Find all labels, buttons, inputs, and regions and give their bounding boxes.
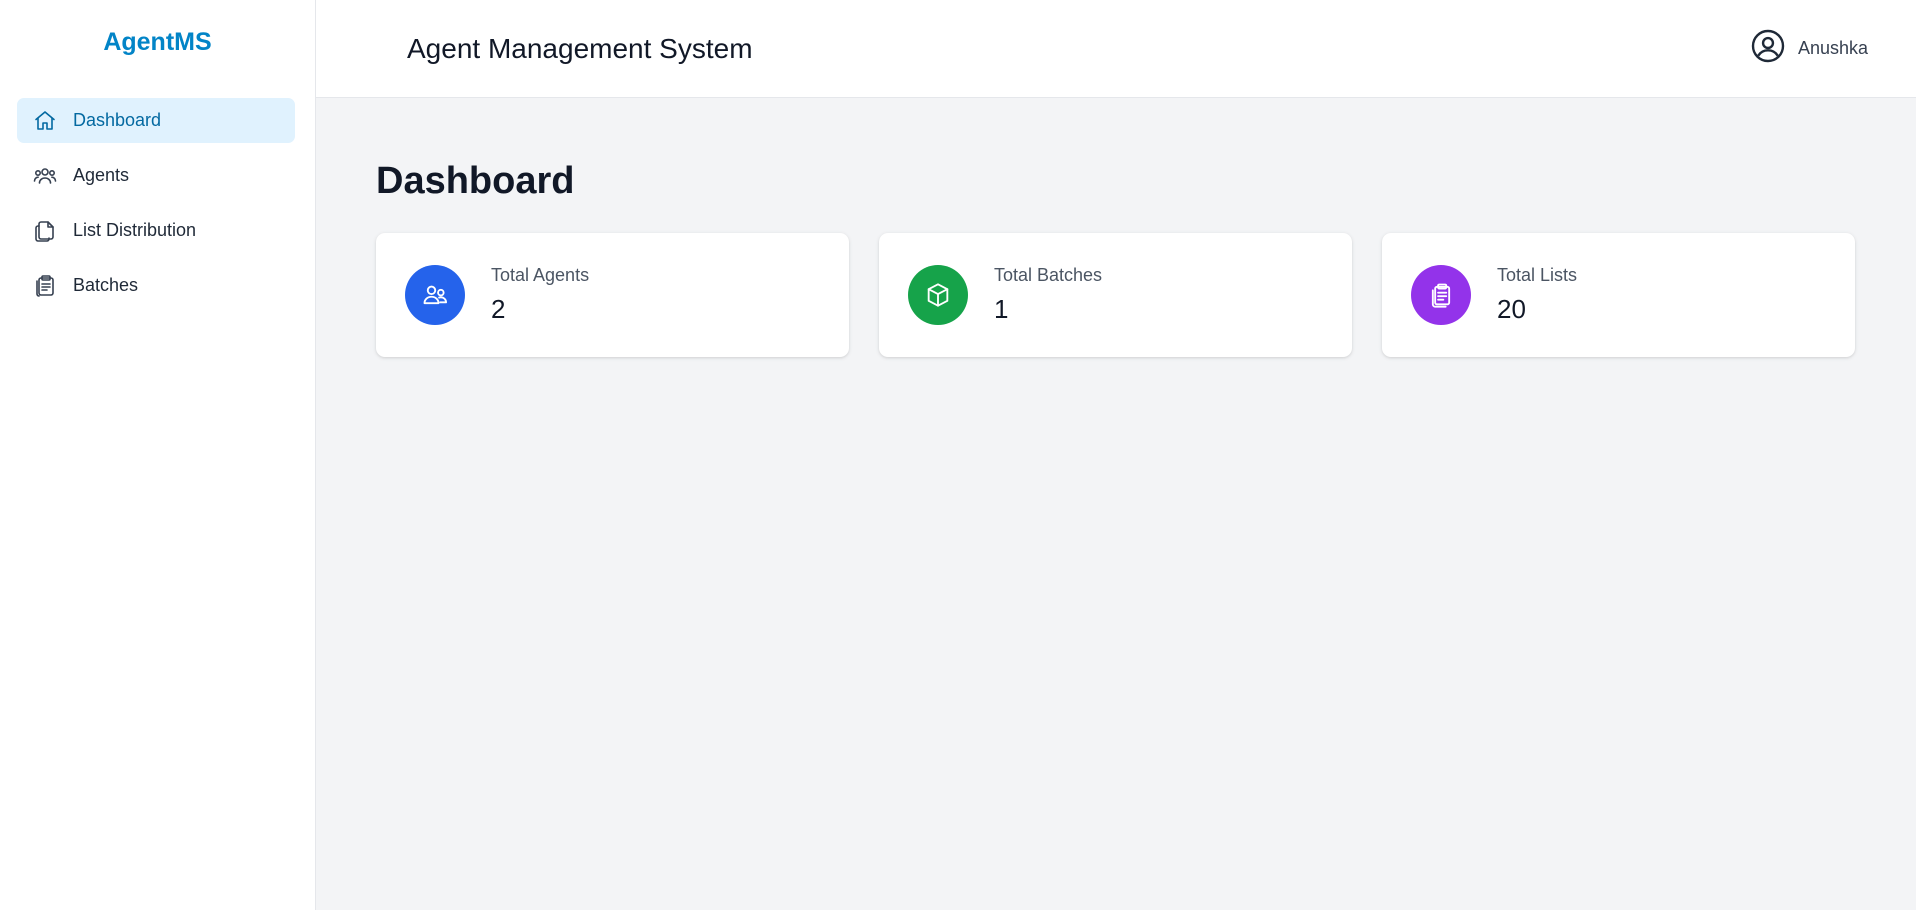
sidebar-item-label: Agents	[73, 165, 130, 185]
users-icon	[33, 164, 57, 188]
sidebar-item-label: List Distribution	[73, 220, 197, 240]
app-title: Agent Management System	[407, 32, 753, 64]
stats-cards: Total Agents 2 Total Batches 1 Total Lis…	[376, 233, 1857, 357]
sidebar-item-dashboard[interactable]: Dashboard	[17, 98, 295, 143]
brand-logo[interactable]: AgentMS	[0, 0, 315, 84]
stat-card-total-lists: Total Lists 20	[1382, 233, 1855, 357]
clipboard-icon	[1411, 265, 1471, 325]
dashboard-content: Dashboard Total Agents 2 Total Batches 1…	[316, 98, 1916, 357]
page-title: Dashboard	[376, 160, 575, 202]
stat-value: 20	[1497, 294, 1526, 324]
stat-text: Total Agents 2	[491, 265, 589, 325]
stat-text: Total Batches 1	[994, 265, 1102, 325]
sidebar: AgentMS Dashboard Agents List Distributi…	[0, 0, 316, 910]
user-avatar-icon	[1750, 28, 1798, 69]
app-root: AgentMS Dashboard Agents List Distributi…	[0, 0, 1916, 910]
stat-label: Total Lists	[1497, 265, 1578, 285]
stat-value: 1	[994, 294, 1009, 324]
stat-text: Total Lists 20	[1497, 265, 1577, 325]
user-menu[interactable]: Anushka	[1750, 28, 1868, 69]
user-name: Anushka	[1797, 38, 1868, 58]
stat-value: 2	[491, 294, 506, 324]
sidebar-nav: Dashboard Agents List Distribution Batch…	[0, 84, 315, 308]
stat-label: Total Agents	[491, 265, 590, 285]
sidebar-item-agents[interactable]: Agents	[17, 153, 295, 198]
clipboard-icon	[33, 274, 57, 298]
sidebar-item-list-distribution[interactable]: List Distribution	[17, 208, 295, 253]
top-header: Agent Management System Anushka	[316, 0, 1916, 98]
stat-label: Total Batches	[994, 265, 1103, 285]
sidebar-item-batches[interactable]: Batches	[17, 263, 295, 308]
documents-icon	[33, 219, 57, 243]
stat-card-total-batches: Total Batches 1	[879, 233, 1352, 357]
sidebar-item-label: Dashboard	[73, 110, 162, 130]
home-icon	[33, 109, 57, 133]
cube-icon	[908, 265, 968, 325]
stat-card-total-agents: Total Agents 2	[376, 233, 849, 357]
sidebar-item-label: Batches	[73, 275, 139, 295]
users-icon	[405, 265, 465, 325]
main-area: Agent Management System Anushka Dashboar…	[316, 0, 1916, 910]
